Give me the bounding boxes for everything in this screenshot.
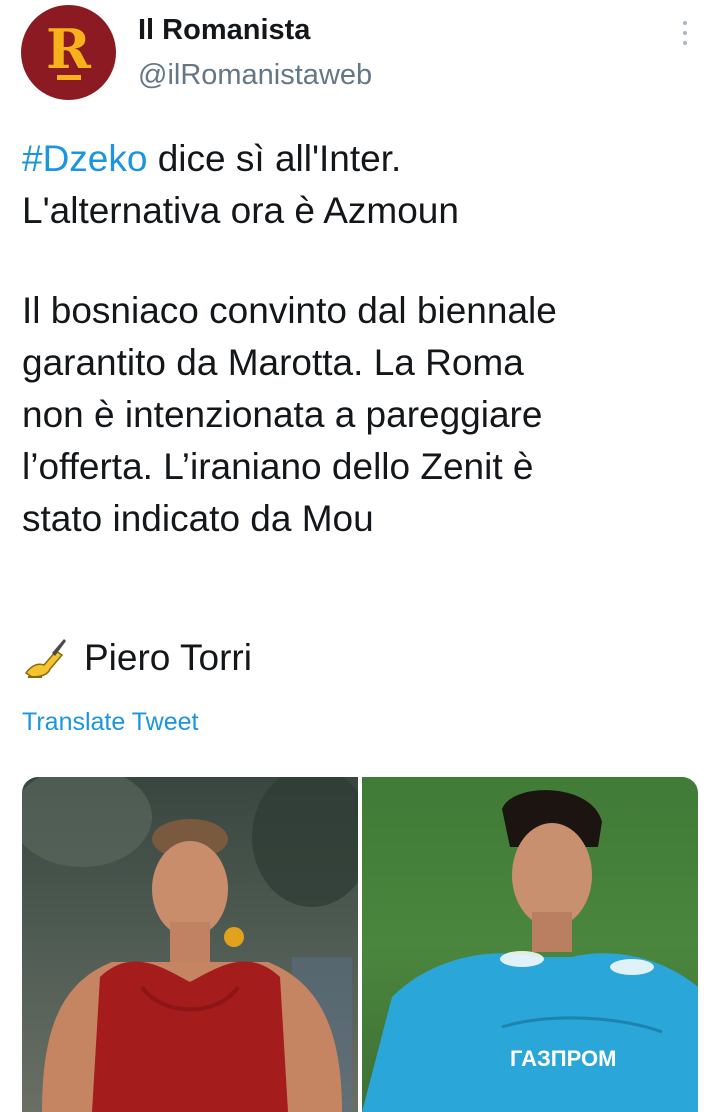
tweet-text: #Dzeko dice sì all'Inter. L'alternativa … [22, 133, 702, 545]
account-handle[interactable]: @ilRomanistaweb [138, 59, 372, 92]
body-line: l’offerta. L’iraniano dello Zenit è [22, 446, 534, 487]
player-blue-image: ГАЗПРОМ [362, 777, 698, 1112]
body-line: Il bosniaco convinto dal biennale [22, 290, 557, 331]
tweet-line-1: #Dzeko dice sì all'Inter. [22, 133, 702, 185]
body-line: non è intenzionata a pareggiare [22, 394, 543, 435]
writing-hand-icon [24, 639, 66, 678]
body-line: stato indicato da Mou [22, 498, 374, 539]
more-vertical-icon[interactable] [672, 18, 698, 48]
signature-name: Piero Torri [84, 637, 252, 678]
media-grid[interactable]: ГАЗПРОМ [22, 777, 698, 1112]
more-dot [683, 31, 687, 35]
account-name[interactable]: Il Romanista [138, 14, 310, 47]
photo-left[interactable] [22, 777, 358, 1112]
photo-right[interactable]: ГАЗПРОМ [362, 777, 698, 1112]
tweet-line-2: L'alternativa ora è Azmoun [22, 190, 459, 231]
tweet-line-1-rest: dice sì all'Inter. [147, 138, 402, 179]
signature: Piero Torri [22, 632, 252, 684]
more-dot [683, 41, 687, 45]
body-line: garantito da Marotta. La Roma [22, 342, 524, 383]
sponsor-text: ГАЗПРОМ [510, 1046, 616, 1071]
translate-tweet-link[interactable]: Translate Tweet [22, 708, 198, 737]
more-dot [683, 21, 687, 25]
avatar[interactable]: R [21, 5, 116, 100]
avatar-logo-bar [57, 75, 81, 80]
player-red-image [22, 777, 358, 1112]
hashtag-link[interactable]: #Dzeko [22, 138, 147, 179]
avatar-logo-letter: R [46, 16, 91, 81]
